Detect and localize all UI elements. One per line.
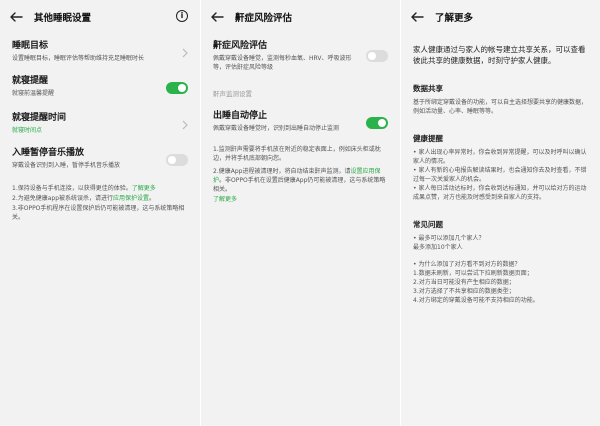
setting-auto-stop: 出睡自动停止 佩戴穿戴设备睡觉时，识别到出睡自动停止监测 (201, 106, 400, 139)
bedtime-reminder-toggle[interactable] (166, 81, 188, 94)
note-text: 3.非OPPO手机程序在设置保护后仍可能被清理，这与系统策略相关。 (12, 205, 185, 221)
pause-music-toggle[interactable] (166, 153, 188, 166)
list-item: • 家人每日活动达标时，你会收到达标通知，并可以给对方的运动成果点赞，对方也能及… (413, 185, 587, 201)
note-text: 1.监测鼾声需要将手机放在附近的稳定表面上，例如床头柜或枕边，并将手机底部朝向您… (213, 146, 381, 162)
screens: 其他睡眠设置 i 睡眠目标 设置睡眠目标，睡眠评估等帮助维持充足睡眠时长 就寝提… (0, 0, 600, 426)
setting-snore-risk: 鼾症风险评估 佩戴穿戴设备睡觉，监测每秒血氧、HRV、呼吸波形等，评估鼾症风险等… (201, 36, 400, 78)
setting-bedtime-reminder: 就寝提醒 就寝前温馨提醒 (0, 71, 200, 104)
panel-learn-more: 了解更多 家人健康通过与家人的帐号建立共享关系，可以查看彼此共享的健康数据，时刻… (401, 0, 600, 426)
info-icon[interactable]: i (176, 10, 188, 22)
setting-title: 出睡自动停止 (213, 111, 268, 121)
faq-answer: 3.对方选择了不共享相应的数据类型； (413, 288, 515, 295)
panel-snore-risk: 鼾症风险评估 鼾症风险评估 佩戴穿戴设备睡觉，监测每秒血氧、HRV、呼吸波形等，… (201, 0, 400, 426)
notes: 1.保持设备与手机连接，以获得更佳的体验。了解更多 2.为避免健康app被系统误… (0, 184, 200, 222)
snore-risk-toggle[interactable] (366, 50, 388, 62)
section-label: 鼾声监测设置 (213, 90, 252, 98)
section-text: 基于所绑定穿戴设备的功能，可以自主选择想要共享的健康数据，例如活动量、心率、睡眠… (413, 99, 588, 115)
top-bar: 了解更多 (401, 0, 600, 34)
section-heading: 常见问题 (413, 220, 443, 229)
app-protection-link[interactable]: 应用保护设置 (113, 195, 149, 202)
panel-other-sleep-settings: 其他睡眠设置 i 睡眠目标 设置睡眠目标，睡眠评估等帮助维持充足睡眠时长 就寝提… (0, 0, 200, 426)
learn-more-content: 家人健康通过与家人的帐号建立共享关系，可以查看彼此共享的健康数据，时刻守护家人健… (401, 34, 600, 305)
list-item: • 家人出现心率异常时，你会收到异常提醒，可以及时呼叫以确认家人的情况。 (413, 149, 587, 165)
section-heading: 数据共享 (413, 84, 443, 93)
notes: 1.监测鼾声需要将手机放在附近的稳定表面上，例如床头柜或枕边，并将手机底部朝向您… (201, 145, 400, 204)
setting-title: 入睡暂停音乐播放 (12, 148, 85, 158)
setting-sleep-goal[interactable]: 睡眠目标 设置睡眠目标，睡眠评估等帮助维持充足睡眠时长 (0, 36, 200, 69)
top-bar: 鼾症风险评估 (201, 0, 400, 34)
setting-subtitle: 就寝前温馨提醒 (12, 90, 55, 97)
setting-subtitle: 穿戴设备识别到入睡，暂停手机音乐播放 (12, 162, 121, 169)
note-text: 2.健康App进程被清理时，将自动结束鼾声监测，请 (213, 168, 351, 175)
intro-text: 家人健康通过与家人的帐号建立共享关系，可以查看彼此共享的健康数据，时刻守护家人健… (413, 45, 586, 65)
faq-question: • 为什么添加了对方看不到对方的数据？ (413, 261, 521, 268)
note-text: 2.为避免健康app被系统误杀，请进行 (12, 195, 114, 202)
top-bar: 其他睡眠设置 i (0, 0, 200, 34)
setting-subtitle: 佩戴穿戴设备睡觉，监测每秒血氧、HRV、呼吸波形等，评估鼾症风险等级 (213, 55, 352, 71)
page-title: 了解更多 (435, 13, 474, 24)
setting-subtitle: 就寝时间点 (12, 127, 43, 134)
back-arrow-icon[interactable] (411, 10, 425, 24)
faq-answer: 最多添加10个家人 (413, 244, 463, 251)
setting-title: 就寝提醒时间 (12, 113, 67, 123)
faq-answer: 4.对方绑定的穿戴设备可能不支持相应的功能。 (413, 297, 539, 304)
section-text: • 家人出现心率异常时，你会收到异常提醒，可以及时呼叫以确认家人的情况。 • 家… (413, 148, 588, 202)
chevron-right-icon (182, 48, 188, 57)
setting-bedtime-reminder-time[interactable]: 就寝提醒时间 就寝时间点 (0, 108, 200, 141)
note-text: 。 (149, 195, 156, 202)
note-text: 。非OPPO手机在设置后健康App仍可能被清理，这与系统策略相关。 (213, 177, 386, 193)
back-arrow-icon[interactable] (10, 10, 24, 24)
setting-title: 鼾症风险评估 (213, 41, 268, 51)
learn-more-link[interactable]: 了解更多 (213, 195, 388, 204)
faq-question: • 最多可以添加几个家人？ (413, 235, 485, 242)
note-text: 1.保持设备与手机连接，以获得更佳的体验。 (12, 185, 132, 192)
page-title: 鼾症风险评估 (235, 13, 293, 24)
learn-more-link[interactable]: 了解更多 (132, 185, 156, 192)
section-heading: 健康提醒 (413, 134, 443, 143)
faq: • 最多可以添加几个家人？ 最多添加10个家人 • 为什么添加了对方看不到对方的… (413, 234, 588, 305)
setting-title: 睡眠目标 (12, 41, 49, 51)
back-arrow-icon[interactable] (211, 10, 225, 24)
setting-title: 就寝提醒 (12, 76, 49, 86)
faq-answer: 2.对方当日可能没有产生相应的数据； (413, 279, 515, 286)
auto-stop-toggle[interactable] (366, 116, 388, 129)
setting-pause-music: 入睡暂停音乐播放 穿戴设备识别到入睡，暂停手机音乐播放 (0, 143, 200, 176)
page-title: 其他睡眠设置 (34, 13, 92, 24)
list-item: • 家人有新的心电报告解读结果时，也会通知你去及时查看，不错过每一次关爱家人的机… (413, 167, 587, 183)
setting-subtitle: 佩戴穿戴设备睡觉时，识别到出睡自动停止监测 (213, 125, 340, 132)
setting-subtitle: 设置睡眠目标，睡眠评估等帮助维持充足睡眠时长 (12, 55, 145, 62)
chevron-right-icon (182, 120, 188, 129)
faq-answer: 1.数据未刷新，可以尝试下拉刷新数据页面； (413, 270, 533, 277)
